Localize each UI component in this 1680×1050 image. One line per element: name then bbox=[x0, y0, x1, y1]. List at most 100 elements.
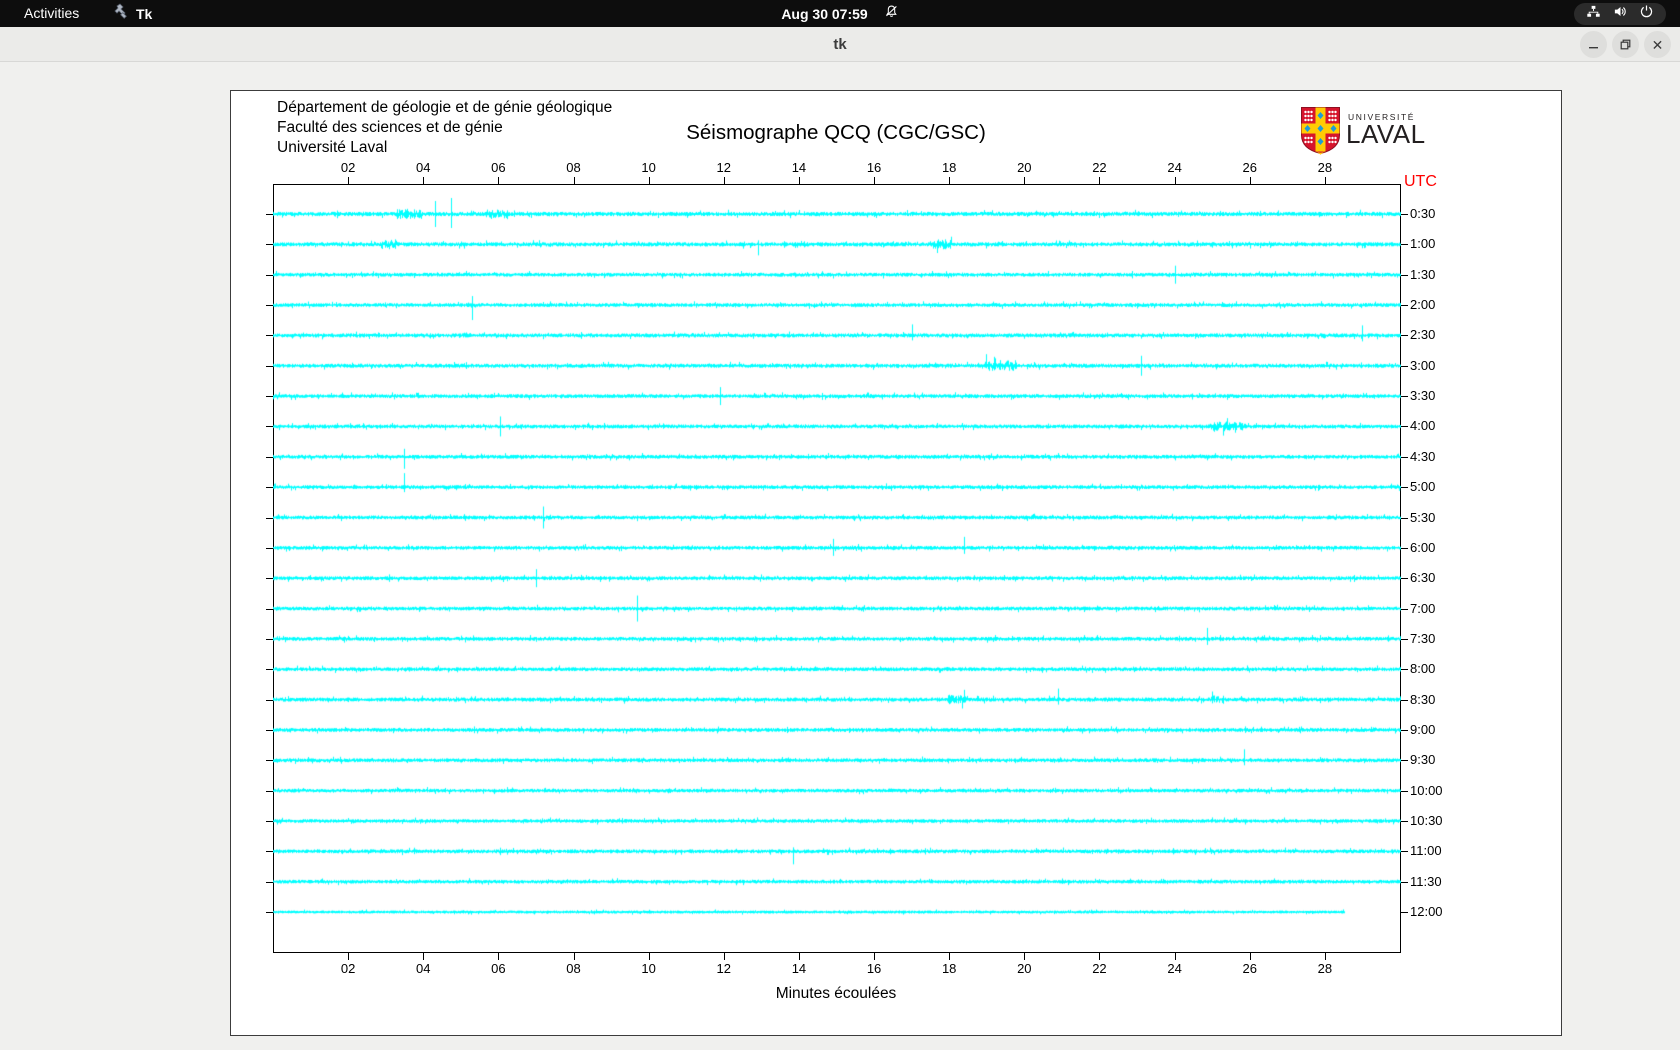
row-time-label: 2:00 bbox=[1410, 297, 1436, 312]
row-tick-right bbox=[1401, 791, 1408, 792]
x-tick-label-top: 16 bbox=[866, 160, 882, 175]
x-tick-label-top: 28 bbox=[1317, 160, 1333, 175]
x-tick-label-bottom: 04 bbox=[416, 961, 431, 976]
x-tick-top bbox=[423, 177, 425, 184]
laval-shield-icon bbox=[1300, 106, 1341, 160]
close-button[interactable]: ✕ bbox=[1644, 31, 1671, 58]
row-tick-left bbox=[266, 487, 273, 488]
row-tick-left bbox=[266, 426, 273, 427]
x-tick-label-bottom: 16 bbox=[866, 961, 882, 976]
row-time-label: 11:30 bbox=[1410, 874, 1442, 889]
row-tick-right bbox=[1401, 821, 1408, 822]
x-tick-top bbox=[949, 177, 951, 184]
row-tick-left bbox=[266, 457, 273, 458]
x-tick-bottom bbox=[423, 953, 425, 960]
row-tick-right bbox=[1401, 487, 1408, 488]
row-tick-right bbox=[1401, 882, 1408, 883]
clock-area[interactable]: Aug 30 07:59 bbox=[0, 0, 1680, 27]
x-tick-label-bottom: 08 bbox=[566, 961, 581, 976]
x-tick-top bbox=[1024, 177, 1026, 184]
x-tick-top bbox=[1099, 177, 1101, 184]
x-tick-top bbox=[1249, 177, 1251, 184]
clock-label: Aug 30 07:59 bbox=[781, 5, 868, 22]
x-tick-label-bottom: 26 bbox=[1242, 961, 1257, 976]
x-tick-label-bottom: 24 bbox=[1167, 961, 1182, 976]
row-tick-right bbox=[1401, 275, 1408, 276]
row-time-label: 5:00 bbox=[1410, 479, 1436, 494]
row-tick-right bbox=[1401, 457, 1408, 458]
x-tick-bottom bbox=[874, 953, 876, 960]
row-tick-right bbox=[1401, 214, 1408, 215]
row-time-label: 0:30 bbox=[1410, 206, 1436, 221]
chart-title: Séismographe QCQ (CGC/GSC) bbox=[686, 121, 986, 144]
volume-icon bbox=[1613, 4, 1628, 24]
row-time-label: 7:30 bbox=[1410, 631, 1436, 646]
row-time-label: 4:30 bbox=[1410, 449, 1436, 464]
row-time-label: 8:00 bbox=[1410, 661, 1436, 676]
row-time-label: 1:00 bbox=[1410, 236, 1436, 251]
row-tick-left bbox=[266, 700, 273, 701]
maximize-button[interactable] bbox=[1612, 31, 1639, 58]
row-time-label: 6:30 bbox=[1410, 570, 1436, 585]
x-tick-top bbox=[798, 177, 800, 184]
row-tick-left bbox=[266, 214, 273, 215]
row-tick-left bbox=[266, 912, 273, 913]
x-tick-label-top: 14 bbox=[791, 160, 807, 175]
x-tick-bottom bbox=[1324, 953, 1326, 960]
x-tick-label-bottom: 10 bbox=[641, 961, 656, 976]
x-tick-bottom bbox=[1174, 953, 1176, 960]
row-tick-left bbox=[266, 639, 273, 640]
row-time-label: 2:30 bbox=[1410, 327, 1436, 342]
system-status-area[interactable] bbox=[1574, 3, 1666, 25]
x-tick-label-top: 02 bbox=[340, 160, 356, 175]
row-tick-right bbox=[1401, 851, 1408, 852]
row-time-label: 9:30 bbox=[1410, 752, 1436, 767]
window-title-bar[interactable]: tk ✕ bbox=[0, 27, 1680, 62]
row-time-label: 12:00 bbox=[1410, 904, 1443, 919]
row-tick-right bbox=[1401, 396, 1408, 397]
row-tick-left bbox=[266, 791, 273, 792]
x-tick-bottom bbox=[498, 953, 500, 960]
x-tick-label-top: 20 bbox=[1017, 160, 1032, 175]
row-tick-right bbox=[1401, 912, 1408, 913]
activities-button[interactable]: Activities bbox=[24, 0, 79, 27]
x-tick-bottom bbox=[648, 953, 650, 960]
row-tick-left bbox=[266, 760, 273, 761]
row-tick-left bbox=[266, 548, 273, 549]
row-tick-left bbox=[266, 305, 273, 306]
app-name-label: Tk bbox=[136, 5, 153, 22]
minimize-button[interactable] bbox=[1580, 31, 1607, 58]
power-icon bbox=[1639, 4, 1654, 24]
x-tick-label-top: 08 bbox=[566, 160, 581, 175]
x-axis-title: Minutes écoulées bbox=[775, 985, 897, 1002]
row-tick-right bbox=[1401, 669, 1408, 670]
row-time-label: 6:00 bbox=[1410, 540, 1436, 555]
institution-line: Département de géologie et de génie géol… bbox=[277, 99, 613, 116]
x-tick-top bbox=[573, 177, 575, 184]
row-tick-right bbox=[1401, 426, 1408, 427]
network-icon bbox=[1586, 4, 1601, 24]
row-time-label: 5:30 bbox=[1410, 510, 1436, 525]
x-tick-label-bottom: 18 bbox=[941, 961, 957, 976]
logo-name-text: LAVAL bbox=[1346, 119, 1426, 149]
x-tick-bottom bbox=[798, 953, 800, 960]
x-tick-label-top: 10 bbox=[641, 160, 656, 175]
row-tick-right bbox=[1401, 639, 1408, 640]
x-tick-top bbox=[648, 177, 650, 184]
x-tick-top bbox=[874, 177, 876, 184]
x-tick-bottom bbox=[1024, 953, 1026, 960]
utc-axis-label: UTC bbox=[1404, 173, 1437, 190]
row-tick-left bbox=[266, 275, 273, 276]
row-tick-left bbox=[266, 518, 273, 519]
x-tick-label-bottom: 06 bbox=[491, 961, 506, 976]
x-tick-label-top: 12 bbox=[716, 160, 732, 175]
row-tick-left bbox=[266, 335, 273, 336]
row-tick-left bbox=[266, 366, 273, 367]
x-tick-top bbox=[1324, 177, 1326, 184]
row-tick-right bbox=[1401, 244, 1408, 245]
universite-laval-logo: UNIVERSITÉ LAVAL bbox=[1300, 106, 1450, 156]
x-tick-label-top: 26 bbox=[1242, 160, 1257, 175]
row-time-label: 3:00 bbox=[1410, 358, 1436, 373]
focused-app-indicator[interactable]: Tk bbox=[112, 0, 152, 27]
x-tick-bottom bbox=[1249, 953, 1251, 960]
